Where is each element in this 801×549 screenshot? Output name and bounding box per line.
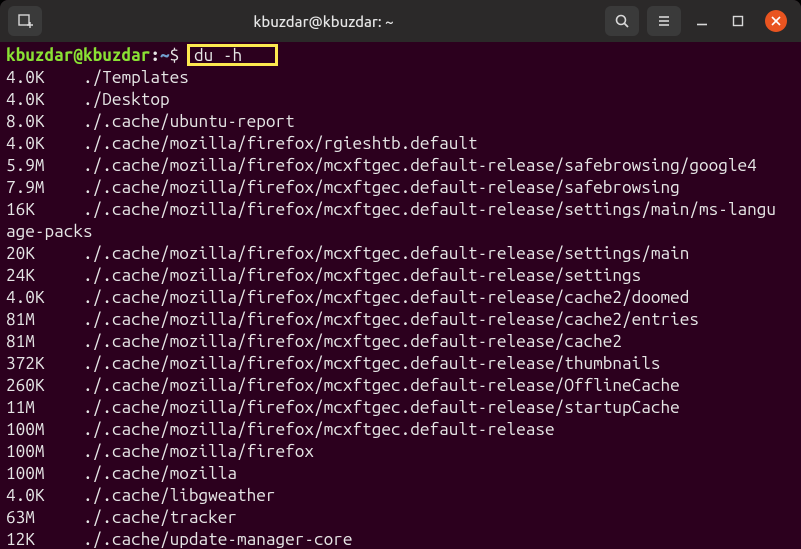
output-row: 372K./.cache/mozilla/firefox/mcxftgec.de… — [6, 353, 795, 375]
terminal-body[interactable]: kbuzdar@kbuzdar:~$ du -h 4.0K./Templates… — [0, 42, 801, 549]
minimize-icon — [696, 15, 708, 27]
output-row: 100M./.cache/mozilla/firefox — [6, 441, 795, 463]
output-row: 4.0K./.cache/mozilla/firefox/rgieshtb.de… — [6, 133, 795, 155]
output-row: 4.0K./Templates — [6, 67, 795, 89]
output-size: 81M — [6, 331, 83, 353]
output-size: 5.9M — [6, 155, 83, 177]
output-path: ./.cache/libgweather — [83, 486, 276, 505]
output-path: ./.cache/mozilla/firefox/mcxftgec.defaul… — [83, 244, 689, 263]
output-path: ./Desktop — [83, 90, 170, 109]
output-row: 16K ./.cache/mozilla/firefox/mcxftgec.de… — [6, 199, 795, 221]
new-tab-button[interactable] — [8, 6, 42, 36]
output-row: 12K./.cache/update-manager-core — [6, 529, 795, 549]
output-row: 20K./.cache/mozilla/firefox/mcxftgec.def… — [6, 243, 795, 265]
output-row: 24K./.cache/mozilla/firefox/mcxftgec.def… — [6, 265, 795, 287]
output-size: 4.0K — [6, 133, 83, 155]
output-path: ./.cache/mozilla/firefox/mcxftgec.defaul… — [83, 178, 680, 197]
minimize-button[interactable] — [693, 12, 711, 30]
close-button[interactable] — [765, 10, 787, 32]
output-row: 81M./.cache/mozilla/firefox/mcxftgec.def… — [6, 309, 795, 331]
output-size: 11M — [6, 397, 83, 419]
hamburger-icon — [656, 13, 672, 29]
output-path: ./.cache/mozilla/firefox/rgieshtb.defaul… — [83, 134, 478, 153]
prompt-path: ~ — [160, 46, 170, 65]
output-path: ./.cache/mozilla/firefox — [83, 442, 314, 461]
output-path: ./.cache/mozilla/firefox/mcxftgec.defaul… — [83, 266, 641, 285]
close-icon — [771, 16, 781, 26]
output-path: ./.cache/mozilla — [83, 464, 237, 483]
output-size: 81M — [6, 309, 83, 331]
output-row: 4.0K./Desktop — [6, 89, 795, 111]
output-size: 63M — [6, 507, 83, 529]
window-controls — [689, 10, 793, 32]
output-row: 11M./.cache/mozilla/firefox/mcxftgec.def… — [6, 397, 795, 419]
new-tab-icon — [17, 13, 33, 29]
output-size: 100M — [6, 463, 83, 485]
output-path: ./.cache/mozilla/firefox/mcxftgec.defaul… — [83, 398, 680, 417]
output-size: 100M — [6, 441, 83, 463]
output-row: 100M./.cache/mozilla/firefox/mcxftgec.de… — [6, 419, 795, 441]
titlebar: kbuzdar@kbuzdar: ~ — [0, 0, 801, 42]
output-path: ./.cache/ubuntu-report — [83, 112, 295, 131]
search-button[interactable] — [605, 6, 639, 36]
command-highlight: du -h — [187, 44, 278, 66]
maximize-icon — [732, 15, 744, 27]
output-size: 260K — [6, 375, 83, 397]
output-row: 8.0K./.cache/ubuntu-report — [6, 111, 795, 133]
output-row: 63M./.cache/tracker — [6, 507, 795, 529]
prompt-line: kbuzdar@kbuzdar:~$ du -h — [6, 44, 795, 67]
output-size: 20K — [6, 243, 83, 265]
output-row: 4.0K./.cache/libgweather — [6, 485, 795, 507]
menu-button[interactable] — [647, 6, 681, 36]
search-icon — [614, 13, 630, 29]
output-size: 100M — [6, 419, 83, 441]
output-size: 4.0K — [6, 287, 83, 309]
output-path: ./.cache/mozilla/firefox/mcxftgec.defaul… — [83, 376, 680, 395]
output-size: 4.0K — [6, 67, 83, 89]
prompt-separator: : — [150, 46, 160, 65]
output-size: 7.9M — [6, 177, 83, 199]
output-path: ./.cache/tracker — [83, 508, 237, 527]
maximize-button[interactable] — [729, 12, 747, 30]
output-size: 12K — [6, 529, 83, 549]
output-size: 372K — [6, 353, 83, 375]
terminal-window: kbuzdar@kbuzdar: ~ — [0, 0, 801, 549]
output-path: ./.cache/mozilla/firefox/mcxftgec.defaul… — [83, 354, 661, 373]
output-path: ./Templates — [83, 68, 189, 87]
output-row: 4.0K./.cache/mozilla/firefox/mcxftgec.de… — [6, 287, 795, 309]
output-path: ./.cache/mozilla/firefox/mcxftgec.defaul… — [83, 420, 555, 439]
output-path: ./.cache/mozilla/firefox/mcxftgec.defaul… — [83, 310, 699, 329]
output-size: 4.0K — [6, 89, 83, 111]
output-row: 5.9M./.cache/mozilla/firefox/mcxftgec.de… — [6, 155, 795, 177]
prompt-user: kbuzdar@kbuzdar — [6, 46, 150, 65]
output-row: 7.9M./.cache/mozilla/firefox/mcxftgec.de… — [6, 177, 795, 199]
window-title: kbuzdar@kbuzdar: ~ — [50, 13, 597, 30]
output-row-wrap: age-packs — [6, 221, 795, 243]
output-path: ./.cache/mozilla/firefox/mcxftgec.defaul… — [83, 288, 689, 307]
output-row: 81M./.cache/mozilla/firefox/mcxftgec.def… — [6, 331, 795, 353]
output-size: 4.0K — [6, 485, 83, 507]
output-row: 260K./.cache/mozilla/firefox/mcxftgec.de… — [6, 375, 795, 397]
output-size: 8.0K — [6, 111, 83, 133]
output-path: ./.cache/mozilla/firefox/mcxftgec.defaul… — [83, 156, 757, 175]
output-row: 100M./.cache/mozilla — [6, 463, 795, 485]
output-path: ./.cache/update-manager-core — [83, 530, 353, 549]
output-size: 24K — [6, 265, 83, 287]
output-path: ./.cache/mozilla/firefox/mcxftgec.defaul… — [83, 332, 622, 351]
